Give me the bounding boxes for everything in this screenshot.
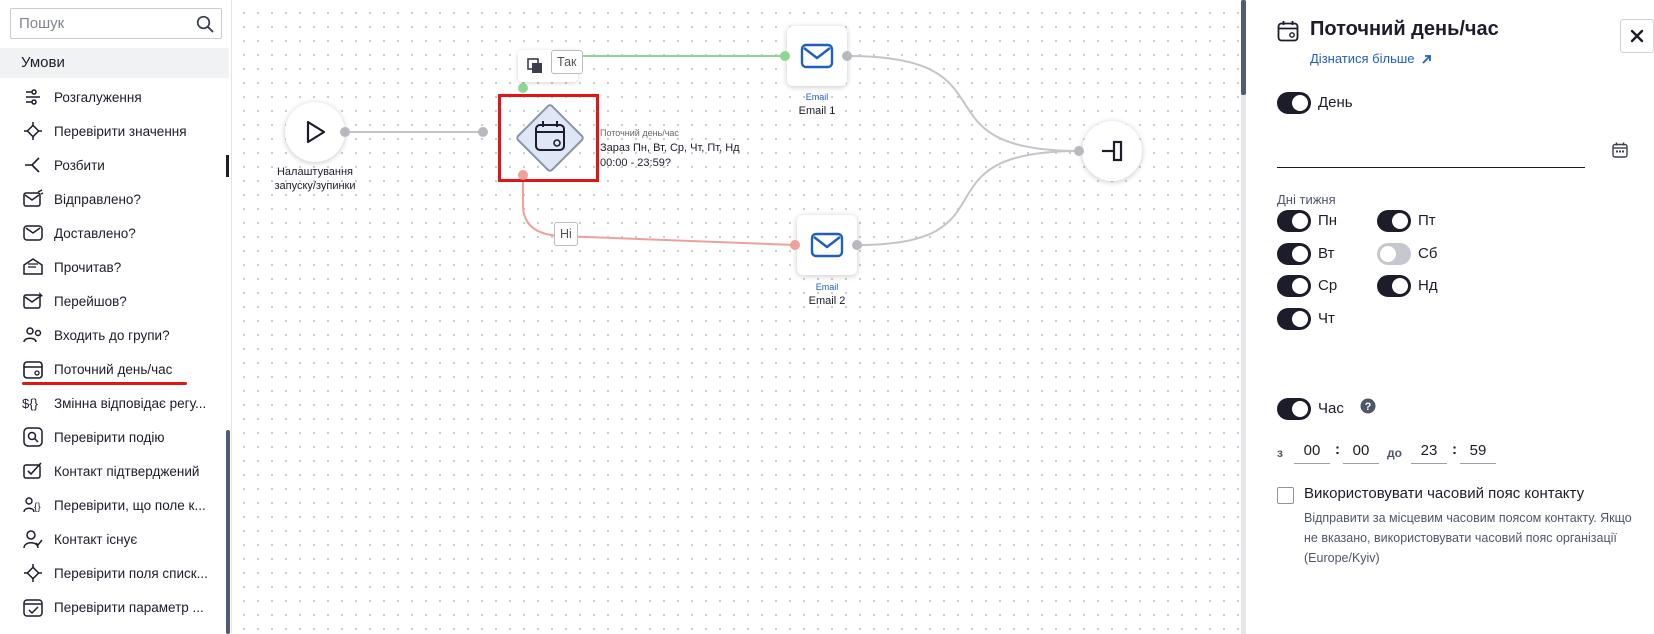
- time-toggle[interactable]: [1277, 398, 1311, 420]
- weekday-toggle[interactable]: [1377, 275, 1411, 297]
- day-date-input[interactable]: [1277, 130, 1585, 168]
- time-toggle-label: Час: [1318, 400, 1344, 417]
- email1-input-port[interactable]: [780, 51, 790, 61]
- copy-icon[interactable]: [526, 57, 544, 75]
- edge-email2-to-end: [857, 150, 1080, 246]
- email1-type: Email: [805, 92, 829, 102]
- selected-node-highlight: [498, 94, 599, 182]
- weekday-label: Сб: [1418, 244, 1438, 262]
- time-to-minutes[interactable]: 59: [1460, 440, 1496, 464]
- start-output-port[interactable]: [340, 127, 350, 137]
- learn-more-link[interactable]: Дізнатися більше: [1310, 51, 1432, 66]
- day-toggle-label: День: [1318, 94, 1353, 111]
- condition-yes-port[interactable]: [518, 83, 528, 93]
- weekday-toggle[interactable]: [1277, 275, 1311, 297]
- edge-email1-to-end: [847, 55, 1080, 152]
- no-branch-badge: Ні: [554, 222, 578, 246]
- email1-name: Email 1: [798, 105, 836, 117]
- properties-panel: Поточний день/час Дізнатися більше День …: [1254, 0, 1654, 634]
- condition-days-line: Зараз Пн, Вт, Ср, Чт, Пт, Нд: [600, 142, 740, 154]
- yes-branch-badge: Так: [551, 50, 583, 74]
- calendar-clock-icon: [1277, 21, 1299, 42]
- weekday-label: Ср: [1318, 277, 1338, 294]
- weekdays-title: Дні тижня: [1277, 192, 1336, 207]
- exit-icon: [1102, 140, 1123, 162]
- close-icon: [1630, 29, 1644, 43]
- external-link-icon: [1421, 55, 1431, 64]
- weekday-label: Вт: [1318, 244, 1335, 262]
- timezone-label: Використовувати часовий пояс контакту: [1304, 485, 1585, 502]
- weekday-toggle[interactable]: [1277, 307, 1311, 330]
- timezone-checkbox[interactable]: [1277, 487, 1294, 504]
- learn-more-label: Дізнатися більше: [1310, 51, 1415, 66]
- email2-input-port[interactable]: [790, 240, 800, 250]
- play-icon: [306, 120, 326, 144]
- close-button[interactable]: [1620, 19, 1654, 53]
- time-from-colon: :: [1335, 441, 1340, 458]
- svg-text:?: ?: [1365, 401, 1372, 413]
- time-from-hours[interactable]: 00: [1294, 440, 1330, 464]
- email2-name: Email 2: [808, 295, 846, 307]
- email2-type: Email: [815, 282, 839, 292]
- weekday-toggle[interactable]: [1377, 210, 1411, 232]
- time-to-prefix: до: [1387, 446, 1402, 460]
- time-from-minutes[interactable]: 00: [1343, 440, 1379, 464]
- condition-type-label: Поточний день/час: [600, 128, 679, 138]
- panel-title: Поточний день/час: [1310, 18, 1499, 40]
- condition-no-port[interactable]: [518, 170, 528, 180]
- weekday-toggle[interactable]: [1277, 210, 1311, 232]
- time-from-prefix: з: [1277, 446, 1283, 460]
- condition-time-line: 00:00 - 23:59?: [600, 157, 671, 169]
- weekday-toggle[interactable]: [1277, 242, 1311, 265]
- weekday-toggle[interactable]: [1377, 242, 1411, 265]
- weekday-label: Пн: [1318, 212, 1338, 229]
- time-to-colon: :: [1452, 441, 1457, 458]
- workflow-edges: [345, 55, 1080, 246]
- start-node-label: Налаштування запуску/зупинки: [274, 166, 356, 192]
- calendar-icon[interactable]: [1612, 142, 1628, 158]
- envelope-icon: [800, 43, 834, 69]
- help-icon[interactable]: ?: [1360, 398, 1376, 414]
- condition-input-port[interactable]: [478, 127, 488, 137]
- start-node[interactable]: [285, 102, 345, 162]
- email-node-1[interactable]: [787, 26, 847, 86]
- end-node[interactable]: [1082, 121, 1142, 181]
- time-to-hours[interactable]: 23: [1411, 440, 1447, 464]
- envelope-icon: [810, 232, 844, 258]
- email-node-2[interactable]: [797, 215, 857, 275]
- email1-output-port[interactable]: [842, 51, 852, 61]
- condition-node-summary: Поточний день/час Зараз Пн, Вт, Ср, Чт, …: [600, 126, 740, 171]
- weekday-label: Нд: [1418, 277, 1438, 294]
- timezone-help-text: Відправити за місцевим часовим поясом ко…: [1304, 511, 1632, 565]
- weekday-label: Пт: [1418, 212, 1436, 229]
- day-toggle[interactable]: [1277, 92, 1311, 114]
- weekday-label: Чт: [1318, 309, 1335, 327]
- end-input-port[interactable]: [1074, 146, 1084, 156]
- email2-output-port[interactable]: [852, 240, 862, 250]
